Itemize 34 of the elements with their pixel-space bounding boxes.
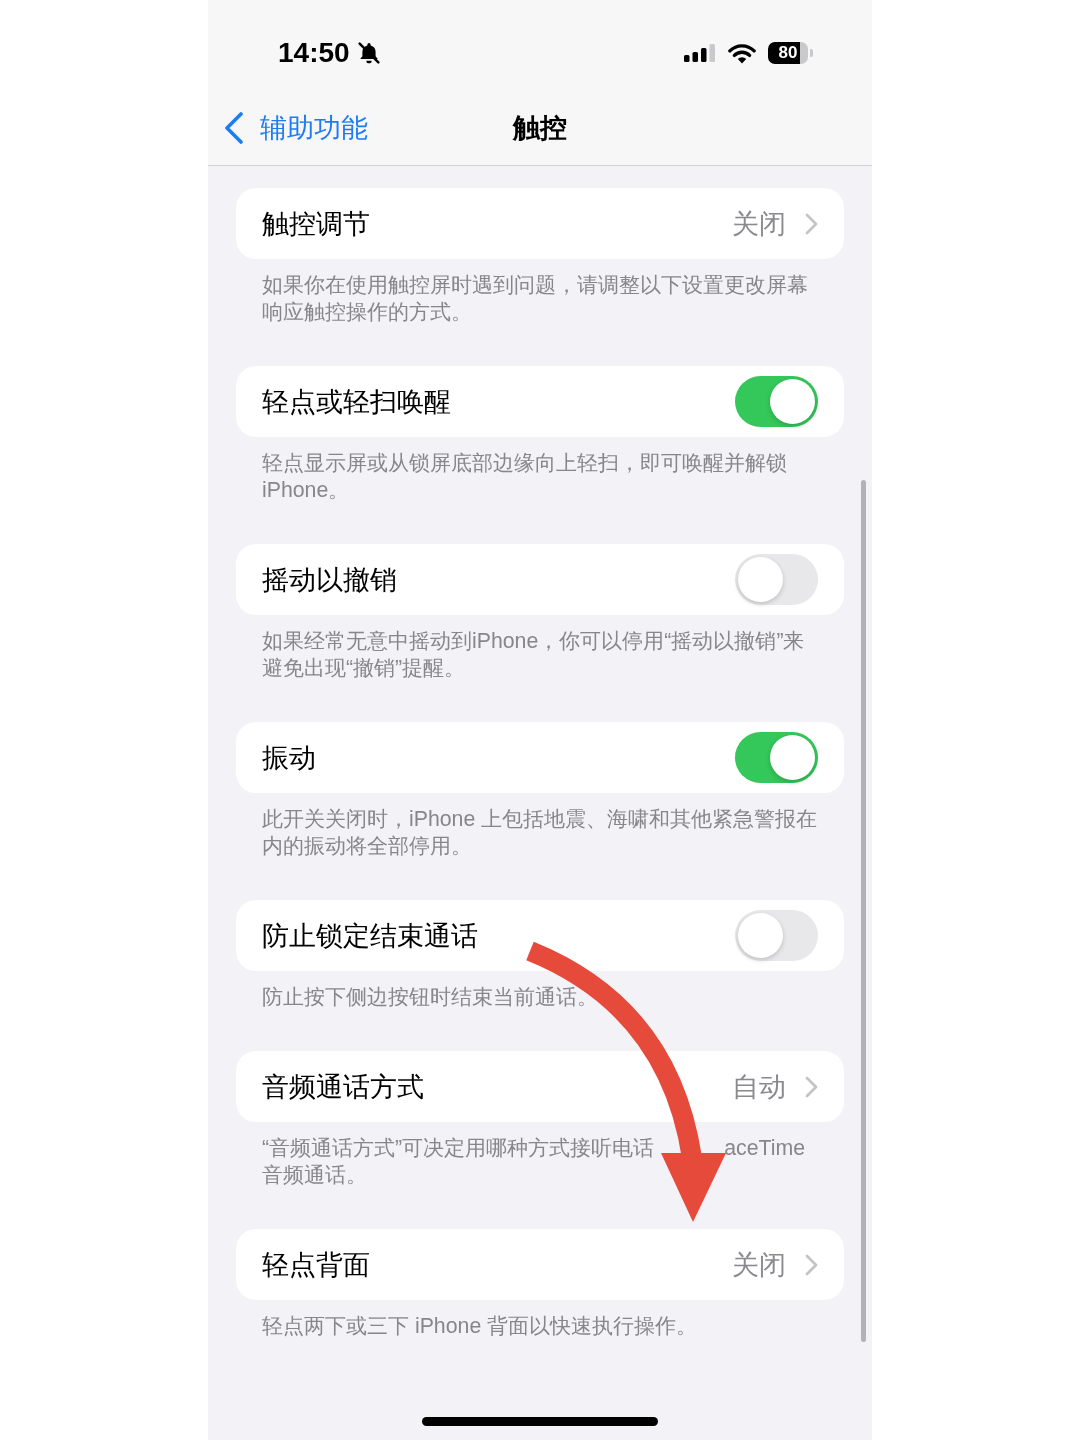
signal-icon (684, 44, 716, 62)
chevron-right-icon (805, 1253, 818, 1276)
footer-text: “音频通话方式”可决定用哪种方式接听电话 aceTime音频通话。 (261, 1135, 807, 1189)
footer-text: 如果经常无意中摇动到iPhone，你可以停用“摇动以撤销”来避免出现“撤销”提醒。 (261, 628, 806, 682)
status-time: 14:50 (278, 36, 350, 70)
battery-indicator: 80 (768, 42, 813, 64)
footer-text: 轻点显示屏或从锁屏底部边缘向上轻扫，即可唤醒并解锁 iPhone。 (261, 450, 788, 504)
toggle-switch[interactable] (735, 732, 818, 783)
wifi-icon (728, 42, 756, 64)
row-label: 音频通话方式 (262, 1070, 425, 1104)
row-value: 关闭 (732, 1248, 786, 1282)
footer-text: 防止按下侧边按钮时结束当前通话。 (261, 984, 599, 1011)
settings-row[interactable]: 音频通话方式 自动 (236, 1051, 844, 1122)
settings-row[interactable]: 触控调节 关闭 (236, 188, 844, 259)
footer-text: 如果你在使用触控屏时遇到问题，请调整以下设置更改屏幕响应触控操作的方式。 (261, 272, 809, 326)
toggle-switch[interactable] (735, 376, 818, 427)
chevron-right-icon (805, 1075, 818, 1098)
row-label: 防止锁定结束通话 (262, 919, 479, 953)
back-button[interactable]: 辅助功能 (222, 106, 370, 149)
chevron-right-icon (805, 212, 818, 235)
row-label: 轻点背面 (262, 1248, 371, 1282)
toggle-switch[interactable] (735, 554, 818, 605)
toggle-switch[interactable] (735, 910, 818, 961)
row-label: 摇动以撤销 (262, 563, 398, 597)
footer-text: 轻点两下或三下 iPhone 背面以快速执行操作。 (261, 1313, 699, 1340)
nav-title: 触控 (513, 111, 567, 145)
row-label: 振动 (262, 741, 317, 775)
row-label: 轻点或轻扫唤醒 (262, 385, 452, 419)
row-label: 触控调节 (262, 207, 371, 241)
row-value: 自动 (732, 1070, 786, 1104)
footer-text: 此开关关闭时，iPhone 上包括地震、海啸和其他紧急警报在内的振动将全部停用。 (261, 806, 819, 860)
chevron-left-icon (224, 111, 244, 144)
row-value: 关闭 (732, 207, 786, 241)
settings-row[interactable]: 轻点背面 关闭 (236, 1229, 844, 1300)
